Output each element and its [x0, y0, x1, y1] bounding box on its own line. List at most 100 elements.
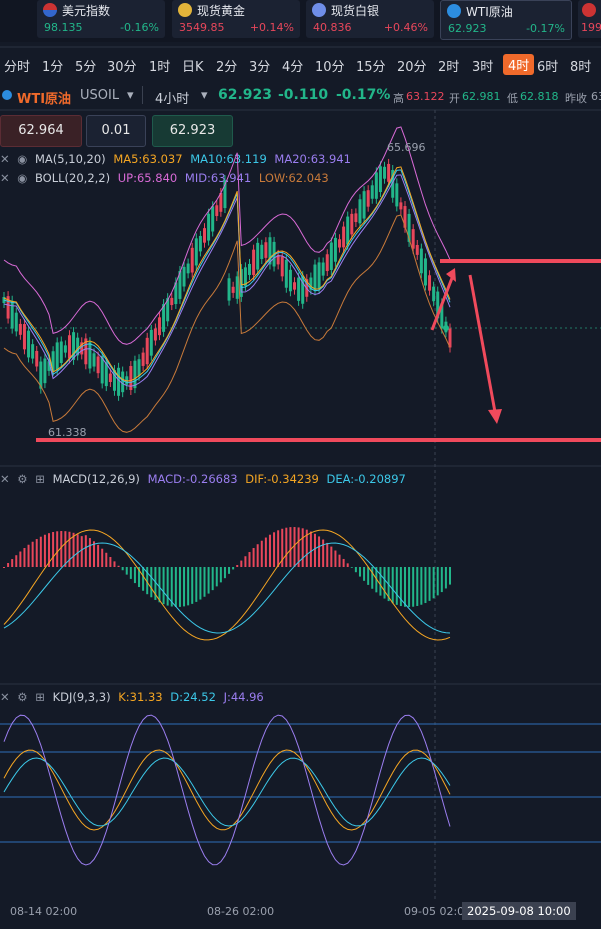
candle-body	[235, 276, 239, 299]
candle-body	[399, 202, 403, 210]
chart-canvas[interactable]	[0, 0, 601, 929]
candle-body	[333, 237, 337, 262]
dif-line	[3, 529, 451, 641]
d-line	[3, 757, 451, 827]
candle-body	[121, 371, 125, 393]
candle-body	[63, 345, 67, 353]
k-value: K:31.33	[118, 690, 163, 704]
macd-histogram-bar	[133, 567, 136, 584]
kdj-label: KDJ(9,3,3)	[52, 690, 111, 704]
macd-histogram-bar	[56, 531, 59, 567]
gear-icon[interactable]: ⚙	[17, 690, 27, 704]
candle-body	[370, 185, 374, 199]
candle-body	[35, 350, 39, 367]
macd-histogram-bar	[436, 567, 439, 596]
macd-histogram-bar	[338, 554, 341, 567]
candle-body	[354, 213, 358, 223]
candle-body	[92, 353, 96, 367]
candle-body	[227, 278, 231, 301]
macd-histogram-bar	[228, 567, 231, 574]
macd-histogram-bar	[403, 567, 406, 607]
candle-body	[260, 244, 264, 260]
macd-histogram-bar	[35, 539, 38, 567]
macd-histogram-bar	[432, 567, 435, 599]
arrow-head-icon	[488, 409, 502, 424]
candle-body	[374, 172, 378, 199]
macd-histogram-bar	[207, 567, 210, 594]
candle-body	[350, 213, 354, 235]
candle-body	[432, 286, 436, 302]
candle-body	[378, 166, 382, 193]
candle-body	[387, 163, 391, 182]
j-value: J:44.96	[223, 690, 264, 704]
candle-body	[117, 367, 121, 396]
high-mark-label: 65.696	[387, 141, 426, 154]
candle-body	[149, 329, 153, 356]
gear-icon[interactable]: ⚙	[17, 472, 27, 486]
macd-histogram-bar	[162, 567, 165, 605]
crosshair-time-label: 2025-09-08 10:00	[462, 902, 576, 920]
candle-body	[280, 256, 284, 277]
macd-histogram-bar	[219, 567, 222, 583]
candle-body	[428, 275, 432, 291]
macd-histogram-bar	[178, 567, 181, 607]
candle-body	[207, 213, 211, 241]
candle-body	[329, 242, 333, 270]
macd-histogram-bar	[313, 533, 316, 567]
candle-body	[170, 297, 174, 306]
macd-histogram-bar	[309, 531, 312, 567]
current-price-dot	[443, 325, 449, 331]
macd-histogram-bar	[391, 567, 394, 604]
candle-body	[321, 262, 325, 276]
macd-histogram-bar	[289, 527, 292, 567]
macd-histogram-bar	[109, 556, 112, 567]
macd-histogram-bar	[244, 556, 247, 567]
macd-histogram-bar	[88, 538, 91, 567]
close-icon[interactable]: ✕	[0, 690, 10, 704]
macd-histogram-bar	[39, 536, 42, 567]
candle-body	[325, 254, 329, 272]
candle-body	[362, 191, 366, 219]
close-icon[interactable]: ✕	[0, 472, 10, 486]
macd-histogram-bar	[7, 563, 10, 567]
macd-histogram-bar	[52, 532, 55, 567]
candle-body	[231, 286, 235, 293]
candle-body	[27, 330, 31, 358]
macd-histogram-bar	[350, 567, 353, 568]
candle-body	[190, 247, 194, 273]
candle-body	[264, 242, 268, 258]
macd-histogram-bar	[80, 536, 83, 567]
macd-histogram-bar	[342, 558, 345, 567]
macd-histogram-bar	[195, 567, 198, 602]
macd-histogram-bar	[346, 563, 349, 567]
candle-body	[182, 266, 186, 287]
macd-histogram-bar	[101, 548, 104, 567]
macd-histogram-bar	[125, 567, 128, 575]
macd-histogram-bar	[203, 567, 206, 597]
candle-body	[317, 262, 321, 289]
annotation-arrow-down	[468, 274, 497, 413]
macd-label: MACD(12,26,9)	[52, 472, 140, 486]
macd-histogram-bar	[223, 567, 226, 579]
low-mark-label: 61.338	[48, 426, 87, 439]
candle-body	[211, 206, 215, 232]
macd-histogram-bar	[240, 560, 243, 567]
candle-body	[141, 352, 145, 366]
macd-histogram-bar	[354, 567, 357, 573]
dea-value: DEA:-0.20897	[326, 472, 406, 486]
expand-icon[interactable]: ⊞	[35, 690, 45, 704]
macd-histogram-bar	[76, 534, 79, 567]
macd-histogram-bar	[43, 534, 46, 567]
macd-histogram-bar	[256, 544, 259, 567]
candle-body	[14, 312, 18, 332]
candle-body	[96, 356, 100, 374]
candle-body	[145, 337, 149, 365]
expand-icon[interactable]: ⊞	[35, 472, 45, 486]
macd-histogram-bar	[68, 531, 71, 567]
macd-histogram-bar	[3, 567, 5, 568]
candle-body	[198, 235, 202, 252]
macd-histogram-bar	[199, 567, 202, 600]
candle-body	[88, 342, 92, 369]
candle-body	[313, 264, 317, 291]
macd-histogram-bar	[252, 548, 255, 567]
